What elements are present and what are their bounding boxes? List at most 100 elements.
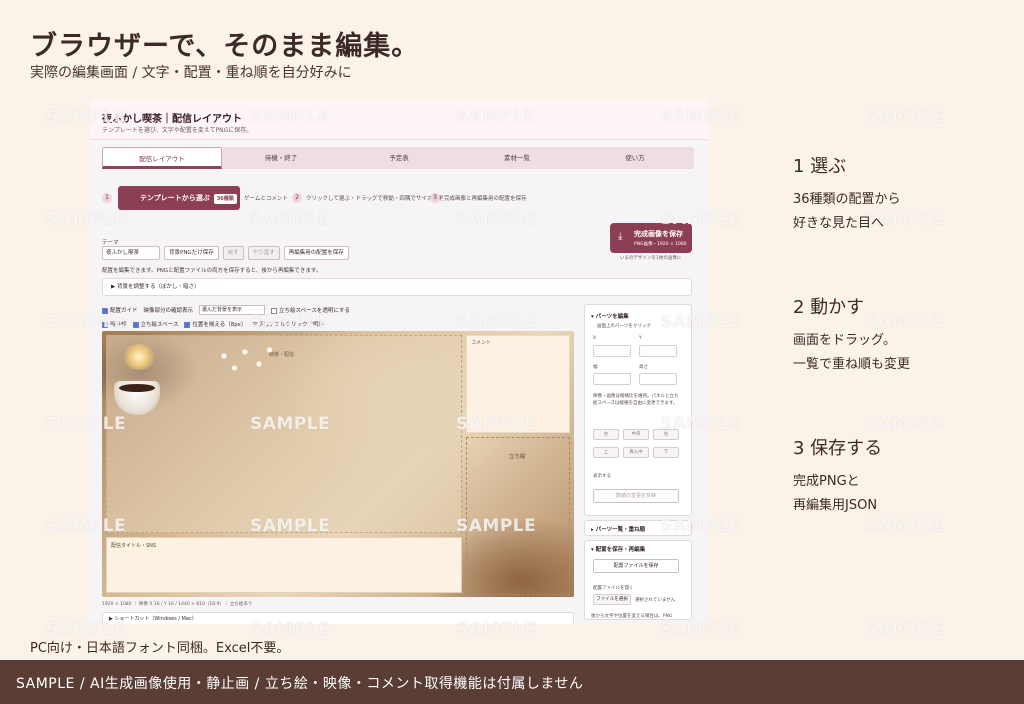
side-panel: ▾ パーツを編集 画面上のパーツをクリック X Y 幅 高さ 映像・画像は縦横比… (584, 304, 692, 620)
tab-standby[interactable]: 待機・終了 (222, 147, 340, 169)
footer-bar: SAMPLE / AI生成画像使用・静止画 / 立ち絵・映像・コメント取得機能は… (0, 660, 1024, 704)
undo-button[interactable]: 戻す (222, 246, 244, 260)
template-count-badge: 36種類 (213, 194, 237, 204)
stand-space-checkbox[interactable]: 立ち絵スペース (132, 320, 179, 328)
resize-help-text: 映像・画像は縦横比を維持。パネルと立ち絵スペースは縦横を自由に変更できます。 (593, 394, 679, 406)
checkbox-checked-icon (132, 321, 139, 328)
title-slot-label: 配信タイトル・SNS (111, 543, 157, 549)
info-line: 配置を編集できます。PNGと配置ファイルの両方を保存すると、後から再編集できます… (102, 268, 322, 274)
footer-bar-text: SAMPLE / AI生成画像使用・静止画 / 立ち絵・映像・コメント取得機能は… (16, 676, 584, 692)
open-layout-label: 配置ファイルを開く (593, 586, 634, 591)
tab-assets[interactable]: 素材一覧 (458, 147, 576, 169)
step-save-label: 完成画像と再編集用の配置を保存 (444, 196, 527, 202)
parts-list-heading[interactable]: ▸ パーツ一覧・重ね順 (591, 525, 645, 533)
watermark: SAMPLE (660, 107, 741, 127)
watermark: SAMPLE (250, 312, 331, 332)
y-input[interactable] (639, 345, 677, 357)
width-input[interactable] (593, 373, 631, 385)
watermark: SAMPLE (250, 414, 331, 434)
theme-select[interactable]: 夜ふかし喫茶 (102, 246, 160, 260)
align-center-button[interactable]: 中央 (623, 429, 649, 440)
align-top-button[interactable]: 上 (593, 447, 619, 458)
align-checkbox[interactable]: 位置を揃える（8px） (184, 320, 246, 328)
height-label: 高さ (639, 365, 648, 370)
stand-slot-label: 立ち絵 (509, 454, 526, 460)
save-final-label: 完成画像を保存 (634, 230, 683, 238)
tab-layout[interactable]: 配信レイアウト (102, 147, 222, 169)
align-label: 位置を揃える（8px） (192, 322, 247, 328)
height-input[interactable] (639, 373, 677, 385)
step-number-1: 1 (102, 193, 112, 203)
watermark: SAMPLE (456, 516, 537, 536)
x-label: X (593, 336, 597, 341)
comment-slot-label: コメント (471, 340, 492, 346)
parts-hint: 画面上のパーツをクリック (597, 324, 651, 329)
watermark: SAMPLE (46, 209, 127, 229)
watermark: SAMPLE (660, 414, 741, 434)
save-layout-button[interactable]: 再編集用の配置を保存 (283, 246, 349, 260)
align-middle-button[interactable]: 真ん中 (623, 447, 649, 458)
step-number-3: 3 (430, 193, 440, 203)
x-input[interactable] (593, 345, 631, 357)
title-sns-slot[interactable]: 配信タイトル・SNS (106, 537, 462, 593)
y-label: Y (639, 336, 642, 341)
no-file-text: 選択されていません (635, 598, 676, 603)
align-left-button[interactable]: 左 (593, 429, 619, 440)
apply-values-button[interactable]: 数値の変更を反映 (593, 489, 679, 503)
save-layout-file-button[interactable]: 配置ファイルを保存 (593, 559, 679, 573)
align-bottom-button[interactable]: 下 (653, 447, 679, 458)
video-check-label: 映像部分の確認表示 (143, 308, 194, 314)
theme-controls: 夜ふかし喫茶 背景PNGだけ保存 戻す やり直す 再編集用の配置を保存 (102, 246, 349, 260)
watermark: SAMPLE (865, 619, 946, 639)
watermark: SAMPLE (456, 209, 537, 229)
video-slot[interactable]: 映像・配信 (106, 335, 462, 533)
checkbox-checked-icon (184, 321, 191, 328)
step-3-desc-line1: 完成PNGと (793, 474, 860, 489)
hero-title: ブラウザーで、そのまま編集。 (30, 31, 420, 62)
display-label: 表示する (593, 474, 611, 479)
tab-howto[interactable]: 使い方 (576, 147, 694, 169)
save-edit-heading[interactable]: ▾ 配置を保存・再編集 (591, 545, 645, 553)
stand-space-label: 立ち絵スペース (140, 322, 179, 328)
template-caption: ゲームとコメント (244, 196, 288, 202)
watermark: SAMPLE (456, 107, 537, 127)
editor-screenshot: 夜ふかし喫茶｜配信レイアウト テンプレートを選び、文字や配置を変えてPNGに保存… (90, 100, 708, 624)
watermark: SAMPLE (865, 107, 946, 127)
footer-note: PC向け・日本語フォント同梱。Excel不要。 (30, 641, 290, 656)
watermark: SAMPLE (456, 619, 537, 639)
watermark: SAMPLE (250, 209, 331, 229)
app-header: 夜ふかし喫茶｜配信レイアウト テンプレートを選び、文字や配置を変えてPNGに保存… (90, 100, 708, 140)
watermark: SAMPLE (456, 414, 537, 434)
hero-subtitle: 実際の編集画面 / 文字・配置・重ね順を自分好みに (30, 65, 352, 81)
watermark: SAMPLE (660, 312, 741, 332)
tab-schedule[interactable]: 予定表 (340, 147, 458, 169)
download-icon: ⤓ (618, 231, 623, 242)
watermark: SAMPLE (660, 209, 741, 229)
background-adjust-panel[interactable]: ▶ 背景を調整する（ぼかし・暗さ） (102, 278, 692, 296)
save-background-button[interactable]: 背景PNGだけ保存 (164, 246, 219, 260)
step-drag-label: クリックして選ぶ・ドラッグで移動・四隅でサイズ変更 (306, 196, 444, 202)
watermark: SAMPLE (865, 414, 946, 434)
template-select-button[interactable]: テンプレートから選ぶ 36種類 (118, 186, 240, 210)
save-edit-box: ▾ 配置を保存・再編集 配置ファイルを保存 配置ファイルを開く ファイルを選択 … (584, 540, 692, 620)
template-button-label: テンプレートから選ぶ (140, 194, 210, 202)
watermark: SAMPLE (46, 107, 127, 127)
parts-edit-heading[interactable]: ▾ パーツを編集 (591, 312, 629, 320)
canvas-dimensions: 1920 × 1080 ｜ 映像 X 16 / Y 16 / 1440 × 81… (102, 602, 253, 607)
watermark: SAMPLE (46, 414, 127, 434)
tab-bar: 配信レイアウト 待機・終了 予定表 素材一覧 使い方 (102, 147, 694, 169)
watermark: SAMPLE (250, 619, 331, 639)
watermark: SAMPLE (660, 516, 741, 536)
step-1-title: 1 選ぶ (793, 156, 847, 177)
step-3-title: 3 保存する (793, 438, 883, 459)
save-note: いまのデザインを1枚の画像に (620, 256, 682, 261)
redo-button[interactable]: やり直す (247, 246, 280, 260)
watermark: SAMPLE (250, 107, 331, 127)
parts-edit-box: ▾ パーツを編集 画面上のパーツをクリック X Y 幅 高さ 映像・画像は縦横比… (584, 304, 692, 516)
watermark: SAMPLE (865, 516, 946, 536)
watermark: SAMPLE (46, 516, 127, 536)
flowers-illustration (210, 340, 280, 380)
watermark: SAMPLE (660, 619, 741, 639)
choose-file-button[interactable]: ファイルを選択 (593, 594, 631, 605)
step-2-desc-line2: 一覧で重ね順も変更 (793, 357, 911, 372)
